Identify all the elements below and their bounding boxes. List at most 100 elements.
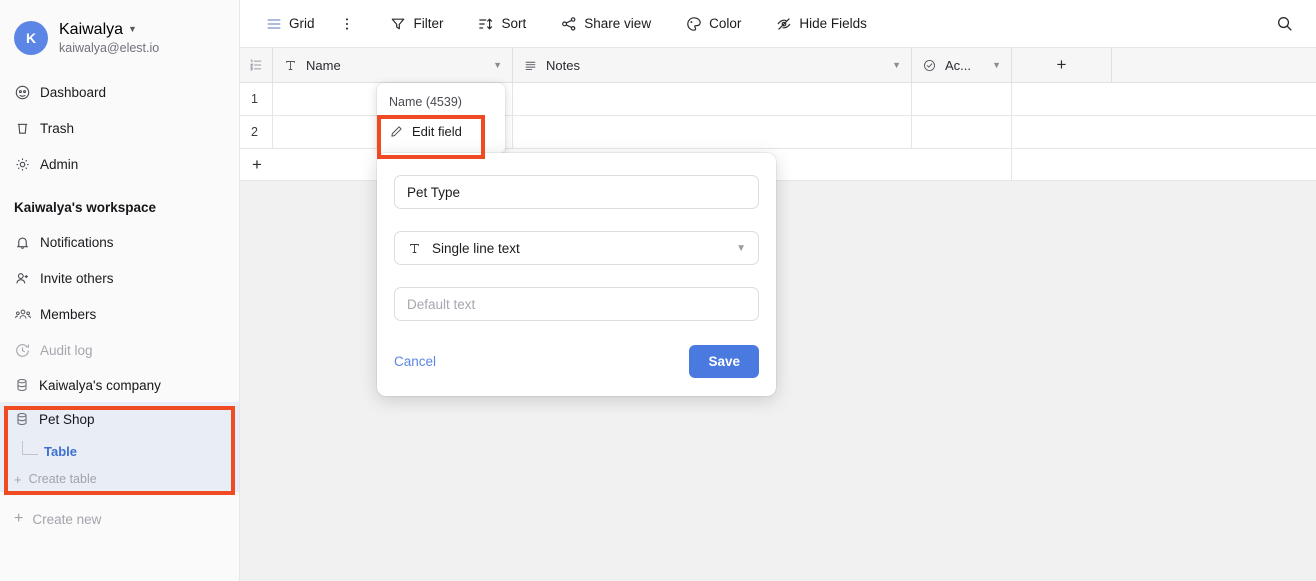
chevron-down-icon[interactable]: ▼: [992, 60, 1001, 70]
plus-icon: +: [14, 473, 22, 486]
color-label: Color: [709, 16, 741, 31]
sidebar-item-notifications[interactable]: Notifications: [0, 224, 239, 260]
sidebar-item-dashboard[interactable]: Dashboard: [0, 74, 239, 110]
column-header-ac[interactable]: Ac... ▼: [912, 48, 1012, 82]
view-options-button[interactable]: [330, 9, 365, 39]
chevron-down-icon: ▼: [128, 25, 137, 34]
sidebar: K Kaiwalya ▼ kaiwalya@elest.io Dashboard: [0, 0, 240, 581]
app-root: K Kaiwalya ▼ kaiwalya@elest.io Dashboard: [0, 0, 1316, 581]
hide-fields-label: Hide Fields: [799, 16, 867, 31]
color-button[interactable]: Color: [676, 9, 750, 39]
filter-label: Filter: [414, 16, 444, 31]
trash-icon: [14, 120, 31, 137]
sidebar-item-label: Trash: [40, 121, 74, 136]
account-email: kaiwalya@elest.io: [59, 41, 159, 57]
sidebar-item-label: Kaiwalya's company: [39, 378, 161, 393]
share-view-label: Share view: [584, 16, 651, 31]
hide-fields-button[interactable]: Hide Fields: [766, 9, 876, 39]
cell-ac[interactable]: [912, 83, 1012, 115]
clock-history-icon: [14, 342, 31, 359]
grid-header-row: Name ▼ Notes ▼: [240, 48, 1316, 83]
search-button[interactable]: [1267, 9, 1302, 39]
column-header-name[interactable]: Name ▼: [273, 48, 513, 82]
column-header-label: Name: [306, 58, 341, 73]
create-table-button[interactable]: + Create table: [0, 466, 239, 492]
field-name-input[interactable]: [394, 175, 759, 209]
view-type-label: Grid: [289, 16, 315, 31]
sidebar-item-table[interactable]: Table: [0, 436, 239, 466]
sidebar-item-label: Notifications: [40, 235, 114, 250]
sidebar-item-trash[interactable]: Trash: [0, 110, 239, 146]
sidebar-group-pet-shop: Pet Shop Table + Create table: [0, 402, 239, 492]
edit-field-label: Edit field: [412, 124, 462, 139]
dashboard-icon: [14, 84, 31, 101]
grid-header-filler: [1112, 48, 1316, 82]
eye-off-icon: [775, 15, 792, 32]
sort-icon: [478, 15, 495, 32]
sort-label: Sort: [502, 16, 527, 31]
sidebar-item-label: Table: [44, 444, 77, 459]
share-view-button[interactable]: Share view: [551, 9, 660, 39]
sidebar-item-pet-shop[interactable]: Pet Shop: [0, 402, 239, 436]
tree-elbow-icon: [22, 441, 38, 455]
chevron-down-icon: ▼: [736, 243, 746, 254]
chevron-down-icon[interactable]: ▼: [892, 60, 901, 70]
search-icon: [1276, 15, 1293, 32]
field-type-value: Single line text: [432, 241, 520, 256]
text-field-icon: [407, 242, 422, 255]
sidebar-item-invite-others[interactable]: Invite others: [0, 260, 239, 296]
sidebar-item-label: Audit log: [40, 343, 93, 358]
edit-field-menu-item[interactable]: Edit field: [377, 117, 505, 146]
grid-container: Name ▼ Notes ▼: [240, 48, 1316, 581]
filter-icon: [390, 15, 407, 32]
row-number: 2: [240, 116, 273, 148]
primary-nav: Dashboard Trash Admin: [0, 74, 239, 182]
save-button[interactable]: Save: [689, 345, 759, 378]
account-block[interactable]: K Kaiwalya ▼ kaiwalya@elest.io: [0, 0, 239, 62]
add-field-button[interactable]: +: [1012, 48, 1112, 82]
bell-icon: [14, 234, 31, 251]
long-text-icon: [523, 58, 538, 73]
kebab-menu-icon: [339, 15, 356, 32]
account-name-row[interactable]: Kaiwalya ▼: [59, 20, 159, 40]
sidebar-item-admin[interactable]: Admin: [0, 146, 239, 182]
sidebar-item-audit-log[interactable]: Audit log: [0, 332, 239, 368]
sidebar-item-kaiwalyas-company[interactable]: Kaiwalya's company: [0, 368, 239, 402]
cell-ac[interactable]: [912, 116, 1012, 148]
cell-notes[interactable]: [513, 116, 912, 148]
pencil-icon: [389, 124, 404, 139]
text-field-icon: [283, 58, 298, 73]
grid-view-icon: [265, 15, 282, 32]
default-value-input[interactable]: [394, 287, 759, 321]
filter-button[interactable]: Filter: [381, 9, 453, 39]
sidebar-item-members[interactable]: Members: [0, 296, 239, 332]
chevron-down-icon[interactable]: ▼: [493, 60, 502, 70]
plus-icon: +: [14, 511, 23, 527]
edit-field-panel: Single line text ▼ Cancel Save: [377, 153, 776, 396]
main-area: Grid Filter: [240, 0, 1316, 581]
sidebar-item-label: Admin: [40, 157, 78, 172]
edit-field-actions: Cancel Save: [394, 345, 759, 378]
cell-notes[interactable]: [513, 83, 912, 115]
row-number-header[interactable]: [240, 48, 273, 82]
field-type-select[interactable]: Single line text ▼: [394, 231, 759, 265]
gear-icon: [14, 156, 31, 173]
view-toolbar: Grid Filter: [240, 0, 1316, 48]
account-meta: Kaiwalya ▼ kaiwalya@elest.io: [59, 20, 159, 57]
checkbox-field-icon: [922, 58, 937, 73]
user-plus-icon: [14, 270, 31, 287]
account-name: Kaiwalya: [59, 20, 123, 40]
create-table-label: Create table: [29, 472, 97, 486]
sidebar-item-label: Members: [40, 307, 96, 322]
sort-button[interactable]: Sort: [469, 9, 536, 39]
column-header-notes[interactable]: Notes ▼: [513, 48, 912, 82]
cancel-button[interactable]: Cancel: [394, 354, 436, 369]
avatar: K: [14, 21, 48, 55]
view-type-grid-button[interactable]: Grid: [256, 9, 324, 39]
create-new-label: Create new: [32, 512, 101, 527]
workspace-nav: Notifications Invite others: [0, 224, 239, 368]
workspace-title: Kaiwalya's workspace: [0, 196, 239, 218]
create-new-button[interactable]: + Create new: [0, 502, 239, 536]
column-header-label: Ac...: [945, 58, 971, 73]
field-context-menu: Name (4539) Edit field: [377, 83, 505, 154]
